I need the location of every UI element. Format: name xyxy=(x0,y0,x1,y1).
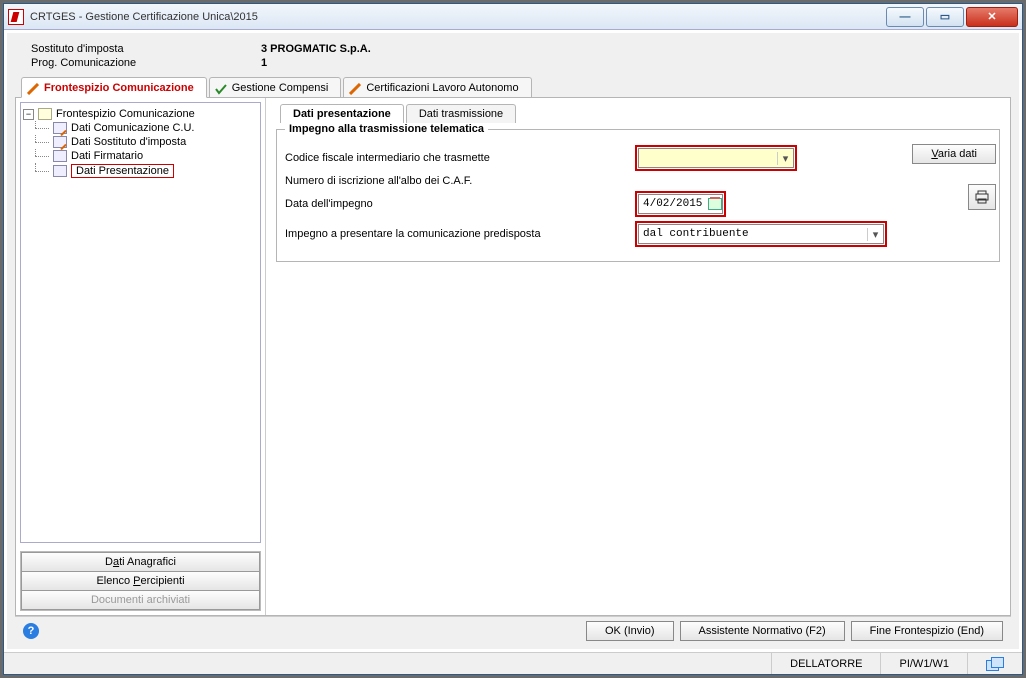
header-info: Sostituto d'imposta 3 PROGMATIC S.p.A. P… xyxy=(31,43,1003,71)
check-icon xyxy=(215,83,227,95)
varia-dati-button[interactable]: Varia dati xyxy=(912,144,996,164)
prog-comunicazione-label: Prog. Comunicazione xyxy=(31,57,261,69)
tab-certificazioni[interactable]: Certificazioni Lavoro Autonomo xyxy=(343,77,531,97)
close-button[interactable]: ✕ xyxy=(966,7,1018,27)
pencil-icon xyxy=(27,83,39,95)
screens-icon xyxy=(986,657,1004,671)
content-area: Sostituto d'imposta 3 PROGMATIC S.p.A. P… xyxy=(6,32,1020,650)
subtab-dati-presentazione[interactable]: Dati presentazione xyxy=(280,104,404,123)
tree-item-label: Dati Presentazione xyxy=(71,164,174,178)
sub-tab-strip: Dati presentazione Dati trasmissione xyxy=(274,104,1002,123)
highlight-box: 4/02/2015 xyxy=(635,191,726,217)
fine-button[interactable]: Fine Frontespizio (End) xyxy=(851,621,1003,641)
tree-item-label: Dati Sostituto d'imposta xyxy=(71,136,186,148)
data-impegno-value: 4/02/2015 xyxy=(639,198,706,210)
chevron-down-icon[interactable]: ▾ xyxy=(867,228,883,241)
tab-gestione-compensi-label: Gestione Compensi xyxy=(232,82,329,94)
main-tab-strip: Frontespizio Comunicazione Gestione Comp… xyxy=(15,77,1011,98)
codice-fiscale-label: Codice fiscale intermediario che trasmet… xyxy=(285,152,635,164)
tree-item-dati-comunicazione[interactable]: Dati Comunicazione C.U. xyxy=(23,121,258,135)
tree-item-dati-presentazione[interactable]: Dati Presentazione xyxy=(23,163,258,179)
chevron-down-icon[interactable]: ▾ xyxy=(777,152,793,165)
numero-iscrizione-label: Numero di iscrizione all'albo dei C.A.F. xyxy=(285,175,635,187)
elenco-percipienti-button[interactable]: Elenco Percipienti xyxy=(21,572,260,591)
impegno-presentare-combo[interactable]: dal contribuente ▾ xyxy=(638,224,884,244)
ok-button-label: OK (Invio) xyxy=(605,625,655,637)
tree-item-label: Dati Firmatario xyxy=(71,150,143,162)
calendar-icon[interactable] xyxy=(708,198,722,210)
assistente-button-label: Assistente Normativo (F2) xyxy=(699,625,826,637)
left-panel: − Frontespizio Comunicazione Dati Comuni… xyxy=(16,98,266,615)
codice-fiscale-combo[interactable]: ▾ xyxy=(638,148,794,168)
app-window: CRTGES - Gestione Certificazione Unica\2… xyxy=(3,3,1023,675)
tree-item-dati-firmatario[interactable]: Dati Firmatario xyxy=(23,149,258,163)
pencil-icon xyxy=(349,83,361,95)
tree-item-label: Dati Comunicazione C.U. xyxy=(71,122,195,134)
sostituto-label: Sostituto d'imposta xyxy=(31,43,261,55)
help-button[interactable]: ? xyxy=(23,623,39,639)
dati-anagrafici-button[interactable]: Dati Anagrafici xyxy=(21,552,260,572)
prog-comunicazione-value: 1 xyxy=(261,57,267,69)
ok-button[interactable]: OK (Invio) xyxy=(586,621,674,641)
impegno-legend: Impegno alla trasmissione telematica xyxy=(285,123,488,135)
tree-item-dati-sostituto[interactable]: Dati Sostituto d'imposta xyxy=(23,135,258,149)
subtab-label: Dati trasmissione xyxy=(419,108,503,120)
app-icon xyxy=(8,9,24,25)
window-title: CRTGES - Gestione Certificazione Unica\2… xyxy=(30,11,258,23)
impegno-fieldset: Impegno alla trasmissione telematica Cod… xyxy=(276,123,1000,262)
maximize-button[interactable]: ▭ xyxy=(926,7,964,27)
titlebar: CRTGES - Gestione Certificazione Unica\2… xyxy=(4,4,1022,30)
subtab-dati-trasmissione[interactable]: Dati trasmissione xyxy=(406,104,516,123)
status-bar: DELLATORRE PI/W1/W1 xyxy=(4,652,1022,674)
page-pencil-icon xyxy=(53,122,67,134)
print-button[interactable] xyxy=(968,184,996,210)
status-path: PI/W1/W1 xyxy=(880,653,967,674)
tree-root[interactable]: − Frontespizio Comunicazione xyxy=(23,107,258,121)
highlight-box: ▾ xyxy=(635,145,797,171)
printer-icon xyxy=(974,190,990,204)
footer-bar: ? OK (Invio) Assistente Normativo (F2) F… xyxy=(15,616,1011,645)
status-screens[interactable] xyxy=(967,653,1022,674)
tab-frontespizio[interactable]: Frontespizio Comunicazione xyxy=(21,77,207,98)
data-impegno-label: Data dell'impegno xyxy=(285,198,635,210)
subtab-label: Dati presentazione xyxy=(293,108,391,120)
assistente-button[interactable]: Assistente Normativo (F2) xyxy=(680,621,845,641)
documenti-archiviati-label: Documenti archiviati xyxy=(91,594,190,606)
status-user: DELLATORRE xyxy=(771,653,880,674)
impegno-presentare-label: Impegno a presentare la comunicazione pr… xyxy=(285,228,635,240)
highlight-box: dal contribuente ▾ xyxy=(635,221,887,247)
documenti-archiviati-button: Documenti archiviati xyxy=(21,591,260,610)
page-icon xyxy=(53,150,67,162)
body: − Frontespizio Comunicazione Dati Comuni… xyxy=(15,98,1011,616)
nav-tree[interactable]: − Frontespizio Comunicazione Dati Comuni… xyxy=(20,102,261,543)
page-pencil-icon xyxy=(53,136,67,148)
right-panel: Dati presentazione Dati trasmissione Imp… xyxy=(266,98,1010,615)
data-impegno-field[interactable]: 4/02/2015 xyxy=(638,194,723,214)
minimize-button[interactable]: — xyxy=(886,7,924,27)
fine-button-label: Fine Frontespizio (End) xyxy=(870,625,984,637)
tree-root-label: Frontespizio Comunicazione xyxy=(56,108,195,120)
tab-certificazioni-label: Certificazioni Lavoro Autonomo xyxy=(366,82,518,94)
sostituto-value: 3 PROGMATIC S.p.A. xyxy=(261,43,371,55)
collapse-icon[interactable]: − xyxy=(23,109,34,120)
tab-frontespizio-label: Frontespizio Comunicazione xyxy=(44,82,194,94)
page-icon xyxy=(53,165,67,177)
impegno-presentare-value: dal contribuente xyxy=(639,228,867,240)
left-button-group: Dati Anagrafici Elenco Percipienti Docum… xyxy=(20,551,261,611)
tab-gestione-compensi[interactable]: Gestione Compensi xyxy=(209,77,342,97)
folder-open-icon xyxy=(38,108,52,120)
